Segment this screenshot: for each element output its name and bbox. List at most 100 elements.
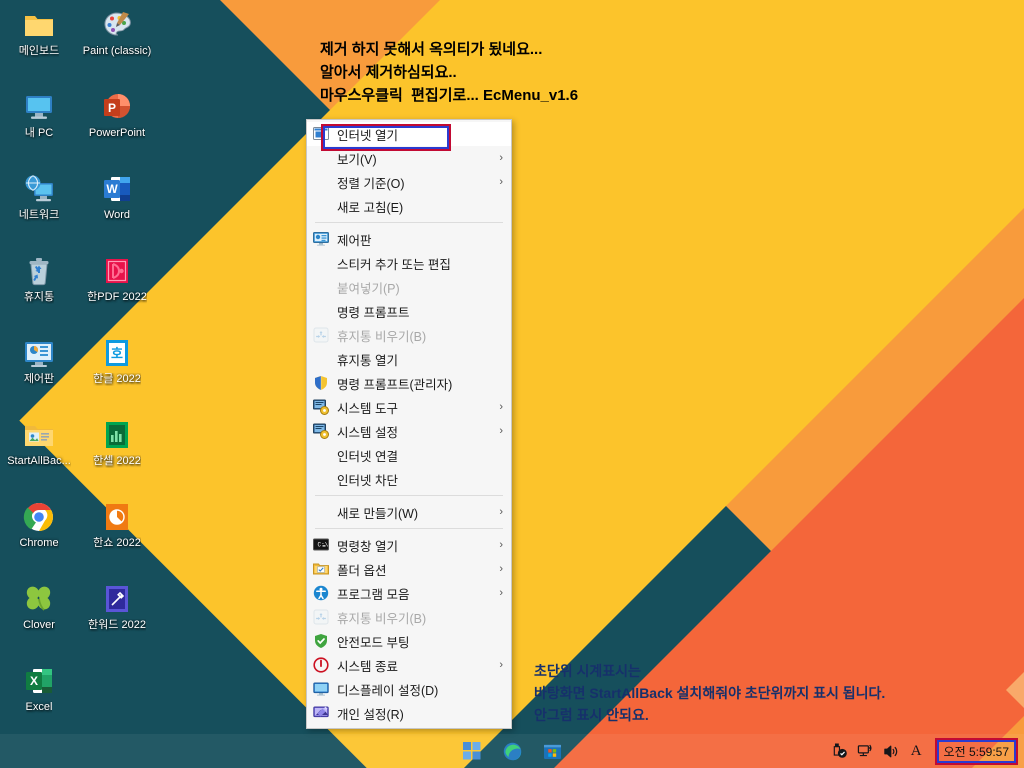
desktop-icon[interactable]: 내 PC — [0, 86, 78, 168]
menu-item-label: 정렬 기준(O) — [337, 176, 405, 191]
desktop-icon[interactable]: Paint (classic) — [78, 4, 156, 86]
menu-item-label: 인터넷 차단 — [337, 473, 398, 488]
desktop-icon-label: 네트워크 — [18, 209, 60, 221]
menu-item[interactable]: 시스템 종료 › — [307, 653, 511, 677]
desktop-icon-label: 한PDF 2022 — [87, 291, 147, 303]
taskbar-clock[interactable]: 오전 5:59:57 — [934, 737, 1018, 765]
menu-item[interactable]: 인터넷 차단 — [307, 467, 511, 491]
menu-item-label: 안전모드 부팅 — [337, 635, 410, 650]
desktop-icon[interactable]: 한PDF 2022 — [78, 250, 156, 332]
green-shield-icon — [312, 632, 330, 650]
menu-item-label: 휴지통 비우기(B) — [337, 611, 427, 626]
menu-item[interactable]: C:\ 명령창 열기 › — [307, 533, 511, 557]
menu-item[interactable]: 시스템 도구 › — [307, 395, 511, 419]
desktop-icon[interactable]: 제어판 — [0, 332, 78, 414]
svg-text:P: P — [108, 101, 116, 115]
svg-text:C:\: C:\ — [318, 542, 329, 549]
ime-indicator[interactable]: A — [909, 743, 924, 760]
menu-item[interactable]: 개인 설정(R) — [307, 701, 511, 725]
desktop-icon-label: 휴지통 — [23, 291, 55, 303]
menu-item[interactable]: 제어판 — [307, 227, 511, 251]
menu-item[interactable]: 보기(V) › — [307, 146, 511, 170]
clover-icon — [22, 582, 56, 616]
network-tray-icon[interactable] — [857, 742, 875, 760]
desktop-icon[interactable]: 한셀 2022 — [78, 414, 156, 496]
security-usb-icon[interactable] — [831, 742, 849, 760]
menu-item[interactable]: 인터넷 열기 — [307, 122, 511, 151]
annotation-top: 제거 하지 못해서 옥의티가 됬네요... 알아서 제거하심되요.. 마우스우클… — [320, 41, 579, 104]
microsoft-store-button[interactable] — [541, 740, 563, 762]
taskbar[interactable]: A 오전 5:59:57 — [0, 734, 1024, 768]
desktop-icon[interactable]: Chrome — [0, 496, 78, 578]
menu-item[interactable]: 인터넷 연결 — [307, 443, 511, 467]
menu-item[interactable]: 휴지통 열기 — [307, 347, 511, 371]
menu-item[interactable]: 안전모드 부팅 — [307, 629, 511, 653]
desktop-icon-label: 한워드 2022 — [88, 619, 146, 631]
menu-item[interactable]: 폴더 옵션 › — [307, 557, 511, 581]
menu-item[interactable]: 시스템 설정 › — [307, 419, 511, 443]
desktop-icon[interactable]: Clover — [0, 578, 78, 660]
menu-item-label: 개인 설정(R) — [337, 707, 404, 722]
desktop-icon-label: Chrome — [19, 537, 59, 549]
menu-item-label: 프로그램 모음 — [337, 587, 410, 602]
desktop-icon[interactable]: P PowerPoint — [78, 86, 156, 168]
menu-item[interactable]: 스티커 추가 또는 편집 — [307, 251, 511, 275]
menu-item-label: 휴지통 비우기(B) — [337, 329, 427, 344]
desktop-context-menu[interactable]: 인터넷 열기 보기(V) › 정렬 기준(O) › 새로 고침(E) 제어판 스티커 추가 또… — [306, 119, 512, 729]
chevron-right-icon: › — [499, 176, 503, 188]
desktop-icon[interactable]: 휴지통 — [0, 250, 78, 332]
menu-separator — [315, 495, 503, 496]
desktop-icon[interactable]: 호 한글 2022 — [78, 332, 156, 414]
desktop-icon[interactable]: 네트워크 — [0, 168, 78, 250]
menu-item-label: 새로 고침(E) — [337, 200, 404, 215]
system-tools-icon — [312, 398, 330, 416]
no-icon — [312, 350, 330, 368]
menu-item-label: 보기(V) — [337, 152, 377, 167]
desktop-icon[interactable]: 한쇼 2022 — [78, 496, 156, 578]
menu-item-label: 인터넷 열기 — [337, 128, 398, 143]
desktop-icon-label: 내 PC — [24, 127, 54, 139]
menu-item[interactable]: 명령 프롬프트 — [307, 299, 511, 323]
menu-item[interactable]: 명령 프롬프트(관리자) — [307, 371, 511, 395]
desktop-icon[interactable]: 한워드 2022 — [78, 578, 156, 660]
desktop-icon[interactable]: StartAllBac... — [0, 414, 78, 496]
recycle-bin-icon — [22, 254, 56, 288]
menu-item-label: 디스플레이 설정(D) — [337, 683, 439, 698]
menu-item-label: 제어판 — [337, 233, 372, 248]
menu-item[interactable]: 새로 고침(E) — [307, 194, 511, 218]
desktop-icon[interactable]: X Excel — [0, 660, 78, 742]
menu-item-label: 시스템 설정 — [337, 425, 398, 440]
this-pc-icon — [22, 90, 56, 124]
volume-icon[interactable] — [883, 742, 901, 760]
chrome-icon — [22, 500, 56, 534]
start-button[interactable] — [461, 740, 483, 762]
menu-item[interactable]: 프로그램 모음 › — [307, 581, 511, 605]
edge-button[interactable] — [501, 740, 523, 762]
no-icon — [312, 254, 330, 272]
menu-item-label: 명령 프롬프트(관리자) — [337, 377, 453, 392]
menu-separator — [315, 528, 503, 529]
no-icon — [312, 173, 330, 191]
desktop-icon-label: PowerPoint — [88, 127, 146, 139]
desktop-icon[interactable]: W Word — [78, 168, 156, 250]
desktop-icon[interactable]: 메인보드 — [0, 4, 78, 86]
menu-item: 휴지통 비우기(B) — [307, 605, 511, 629]
menu-item[interactable]: 디스플레이 설정(D) — [307, 677, 511, 701]
desktop-icon-label: StartAllBac... — [7, 455, 71, 467]
desktop[interactable]: 메인보드 내 PC 네트워크 휴지통 제어판 StartAllBac... Chrome Cl… — [0, 0, 1024, 768]
chevron-right-icon: › — [499, 659, 503, 671]
desktop-icon-label: Word — [103, 209, 131, 221]
menu-item[interactable]: 새로 만들기(W) › — [307, 500, 511, 524]
word-icon: W — [100, 172, 134, 206]
menu-item: 붙여넣기(P) — [307, 275, 511, 299]
annotation-bottom: 초단위 시계표시는 바탕화면 StartAllBack 설치해줘야 초단위까지 … — [534, 663, 886, 723]
desktop-icon-label: 한글 2022 — [93, 373, 141, 385]
menu-item: 휴지통 비우기(B) — [307, 323, 511, 347]
folder-options-icon — [312, 560, 330, 578]
menu-item-label: 시스템 도구 — [337, 401, 398, 416]
recycle-bin-icon — [312, 608, 330, 626]
menu-item-label: 스티커 추가 또는 편집 — [337, 257, 451, 272]
menu-item[interactable]: 정렬 기준(O) › — [307, 170, 511, 194]
powerpoint-icon: P — [100, 90, 134, 124]
recycle-bin-icon — [312, 326, 330, 344]
